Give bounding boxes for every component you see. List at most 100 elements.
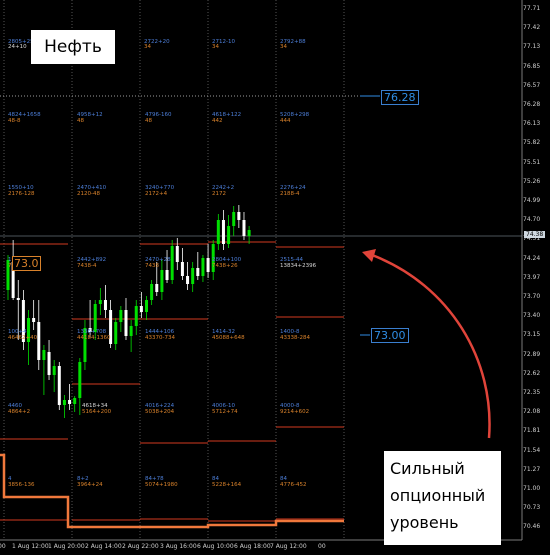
candle-body xyxy=(206,258,210,272)
option-label: 9214+602 xyxy=(280,409,310,415)
time-axis-label: 6 Aug 18:00 xyxy=(234,543,271,550)
candle-body xyxy=(37,322,41,360)
current-price-tag: 74.38 xyxy=(524,231,546,238)
level-lower[interactable]: 73.00 xyxy=(371,328,409,343)
candle-body xyxy=(232,212,236,226)
time-axis-label: 6 Aug 10:00 xyxy=(197,543,234,550)
option-label: 5038+204 xyxy=(145,409,175,415)
price-axis-label: 73.70 xyxy=(523,293,541,300)
price-axis-label: 75.51 xyxy=(523,158,541,166)
option-label: 2172+4 xyxy=(145,191,168,197)
option-label: 24+10 xyxy=(8,44,27,50)
price-axis-label: 73.15 xyxy=(523,331,541,339)
option-label: 13834+2396 xyxy=(280,263,317,269)
price-axis-label: 72.62 xyxy=(523,369,541,377)
candle-body xyxy=(32,318,36,322)
candle-body xyxy=(175,246,179,262)
price-axis-label: 70.73 xyxy=(523,504,541,512)
instrument-title: Нефть xyxy=(31,30,115,64)
candle-body xyxy=(134,306,138,326)
candle-body xyxy=(242,220,246,236)
time-axis-label: 00 xyxy=(0,543,6,550)
annotation-line-2: опционный xyxy=(390,486,486,505)
candle-body xyxy=(68,400,72,404)
option-label: 444 xyxy=(280,118,291,124)
price-axis-label: 76.57 xyxy=(523,81,541,89)
candle-body xyxy=(216,220,220,244)
candle-body xyxy=(145,300,149,312)
candle-body xyxy=(201,258,205,276)
candle-body xyxy=(139,306,143,312)
time-axis-label: 7 Aug 12:00 xyxy=(270,543,307,550)
price-axis-label: 71.81 xyxy=(523,427,541,435)
candle-body xyxy=(196,268,200,276)
candle-body xyxy=(93,304,97,332)
instrument-title-text: Нефть xyxy=(44,37,102,57)
candle-body xyxy=(78,362,82,398)
time-axis-label: 1 Aug 20:00 xyxy=(48,543,85,550)
price-axis-label: 72.35 xyxy=(523,389,541,396)
time-axis-label: 00 xyxy=(318,543,326,550)
option-label: 45088+648 xyxy=(212,335,245,341)
level-upper-value: 76.28 xyxy=(384,91,416,104)
option-label: 4864+2 xyxy=(8,409,31,415)
option-label: 3856-136 xyxy=(8,482,35,488)
arrow-line xyxy=(371,253,491,439)
current-price-value: 74.38 xyxy=(526,231,544,238)
candle-body xyxy=(129,326,133,336)
price-axis-label: 74.99 xyxy=(523,197,541,204)
price-axis-label: 72.89 xyxy=(523,350,541,358)
strike-step-line xyxy=(0,453,344,529)
option-label: 2188-4 xyxy=(280,191,300,197)
time-axis-label: 2 Aug 22:00 xyxy=(122,543,159,550)
price-axis-label: 75.82 xyxy=(523,139,541,147)
candle-body xyxy=(150,284,154,300)
time-axis-label: 1 Aug 12:00 xyxy=(12,543,49,550)
level-upper[interactable]: 76.28 xyxy=(381,90,419,105)
candle-body xyxy=(42,350,46,360)
candle-body xyxy=(16,298,20,300)
candle-body xyxy=(119,310,123,322)
option-label: 5228+164 xyxy=(212,482,242,488)
candle-body xyxy=(73,398,77,404)
option-label: 48-8 xyxy=(8,118,21,124)
chart-overlay xyxy=(362,249,491,439)
candlestick-series xyxy=(6,205,251,418)
option-label: 48 xyxy=(77,118,84,124)
candle-body xyxy=(247,230,251,236)
candle-body xyxy=(57,366,61,405)
candle-body xyxy=(191,268,195,284)
option-label: 2176-128 xyxy=(8,191,35,197)
option-label: 43370-734 xyxy=(145,335,175,341)
option-label: 43338-284 xyxy=(280,335,310,341)
option-label: 5164+200 xyxy=(82,409,112,415)
price-axis-label: 76.13 xyxy=(523,120,541,128)
time-axis-label: 3 Aug 16:00 xyxy=(160,543,197,550)
level-highlight-value: 73.0 xyxy=(14,257,39,270)
option-label: 46462+40 xyxy=(8,335,38,341)
price-axis-label: 70.46 xyxy=(523,523,541,531)
price-axis-label: 76.28 xyxy=(523,101,541,108)
candle-body xyxy=(221,220,225,244)
candle-body xyxy=(237,212,241,220)
price-axis-label: 77.71 xyxy=(523,5,541,12)
level-lower-value: 73.00 xyxy=(374,329,406,342)
option-label: 2120-48 xyxy=(77,191,100,197)
price-axis-label: 76.85 xyxy=(523,62,541,70)
option-label: 5712+74 xyxy=(212,409,238,415)
price-axis-label: 73.40 xyxy=(523,312,541,320)
option-label: 3964+24 xyxy=(77,482,103,488)
time-axis-label: 2 Aug 14:00 xyxy=(85,543,122,550)
option-label: 4776-452 xyxy=(280,482,307,488)
candle-body xyxy=(186,276,190,284)
candle-body xyxy=(227,226,231,244)
candle-body xyxy=(47,352,51,375)
candle-body xyxy=(62,400,66,405)
price-axis-label: 74.24 xyxy=(523,254,541,262)
candle-body xyxy=(160,270,164,292)
price-axis-label: 77.42 xyxy=(523,24,541,32)
option-label: 7438-4 xyxy=(77,263,97,269)
option-label: 34 xyxy=(280,44,287,50)
option-label: 34 xyxy=(212,44,219,50)
price-axis-label: 71.54 xyxy=(523,446,541,454)
